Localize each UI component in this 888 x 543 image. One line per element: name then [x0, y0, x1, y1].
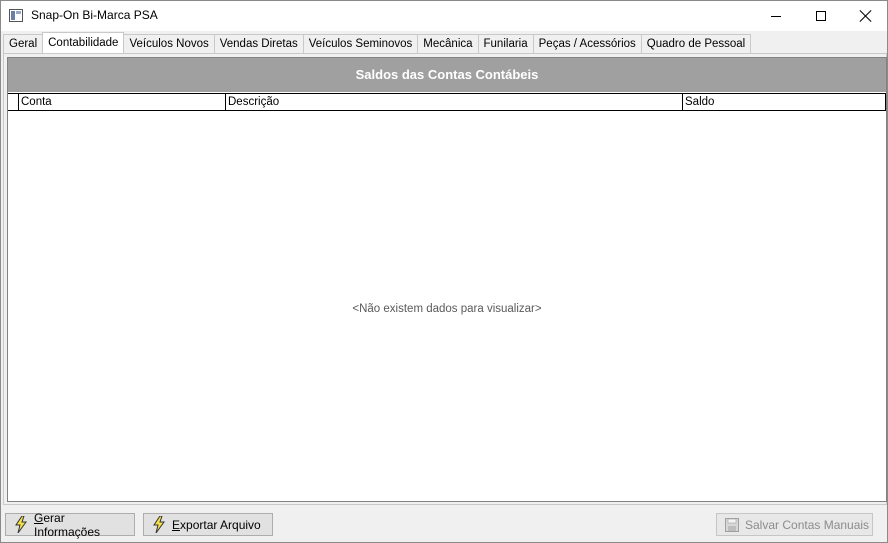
salvar-contas-manuais-label: Salvar Contas Manuais	[745, 517, 870, 532]
salvar-contas-manuais-button[interactable]: Salvar Contas Manuais	[716, 513, 873, 536]
exportar-arquivo-button[interactable]: Exportar Arquivo	[143, 513, 273, 536]
title-bar[interactable]: Snap-On Bi-Marca PSA	[1, 1, 887, 31]
tab-quadro-de-pessoal[interactable]: Quadro de Pessoal	[640, 34, 752, 53]
exportar-arquivo-label: Exportar Arquivo	[172, 517, 261, 532]
column-header-descricao[interactable]: Descrição	[225, 94, 682, 111]
gerar-informacoes-button[interactable]: Gerar Informações	[5, 510, 135, 539]
maximize-button[interactable]	[798, 1, 844, 31]
tab-geral[interactable]: Geral	[3, 34, 44, 53]
lightning-bolt-icon	[153, 516, 165, 533]
main-window: Snap-On Bi-Marca PSA Geral Contabilidade…	[0, 0, 888, 543]
maximize-icon	[816, 11, 826, 21]
tab-strip: Geral Contabilidade Veículos Novos Venda…	[3, 32, 752, 53]
minimize-icon	[771, 15, 781, 17]
close-button[interactable]	[843, 1, 888, 31]
grid-title: Saldos das Contas Contábeis	[8, 58, 886, 92]
tab-pecas-acessorios[interactable]: Peças / Acessórios	[532, 34, 642, 53]
tab-mecanica[interactable]: Mecânica	[417, 34, 479, 53]
tab-veiculos-novos[interactable]: Veículos Novos	[123, 34, 215, 53]
empty-grid-message: <Não existem dados para visualizar>	[352, 303, 542, 315]
app-window-icon	[9, 9, 23, 22]
accounts-grid[interactable]: Saldos das Contas Contábeis Conta Descri…	[7, 57, 887, 502]
minimize-button[interactable]	[753, 1, 799, 31]
column-header-saldo[interactable]: Saldo	[682, 94, 886, 111]
tab-panel-contabilidade: Saldos das Contas Contábeis Conta Descri…	[3, 53, 887, 505]
column-header-conta[interactable]: Conta	[18, 94, 225, 111]
gerar-informacoes-label: Gerar Informações	[34, 510, 101, 539]
tab-funilaria[interactable]: Funilaria	[477, 34, 534, 53]
close-icon	[860, 10, 872, 22]
lightning-bolt-icon	[15, 516, 27, 533]
tab-veiculos-seminovos[interactable]: Veículos Seminovos	[302, 34, 419, 53]
row-indicator-header	[8, 94, 18, 111]
grid-header-row: Conta Descrição Saldo	[8, 93, 886, 111]
window-title: Snap-On Bi-Marca PSA	[31, 8, 158, 22]
floppy-disk-icon	[725, 517, 739, 532]
tab-contabilidade[interactable]: Contabilidade	[42, 32, 125, 53]
tab-vendas-diretas[interactable]: Vendas Diretas	[213, 34, 304, 53]
